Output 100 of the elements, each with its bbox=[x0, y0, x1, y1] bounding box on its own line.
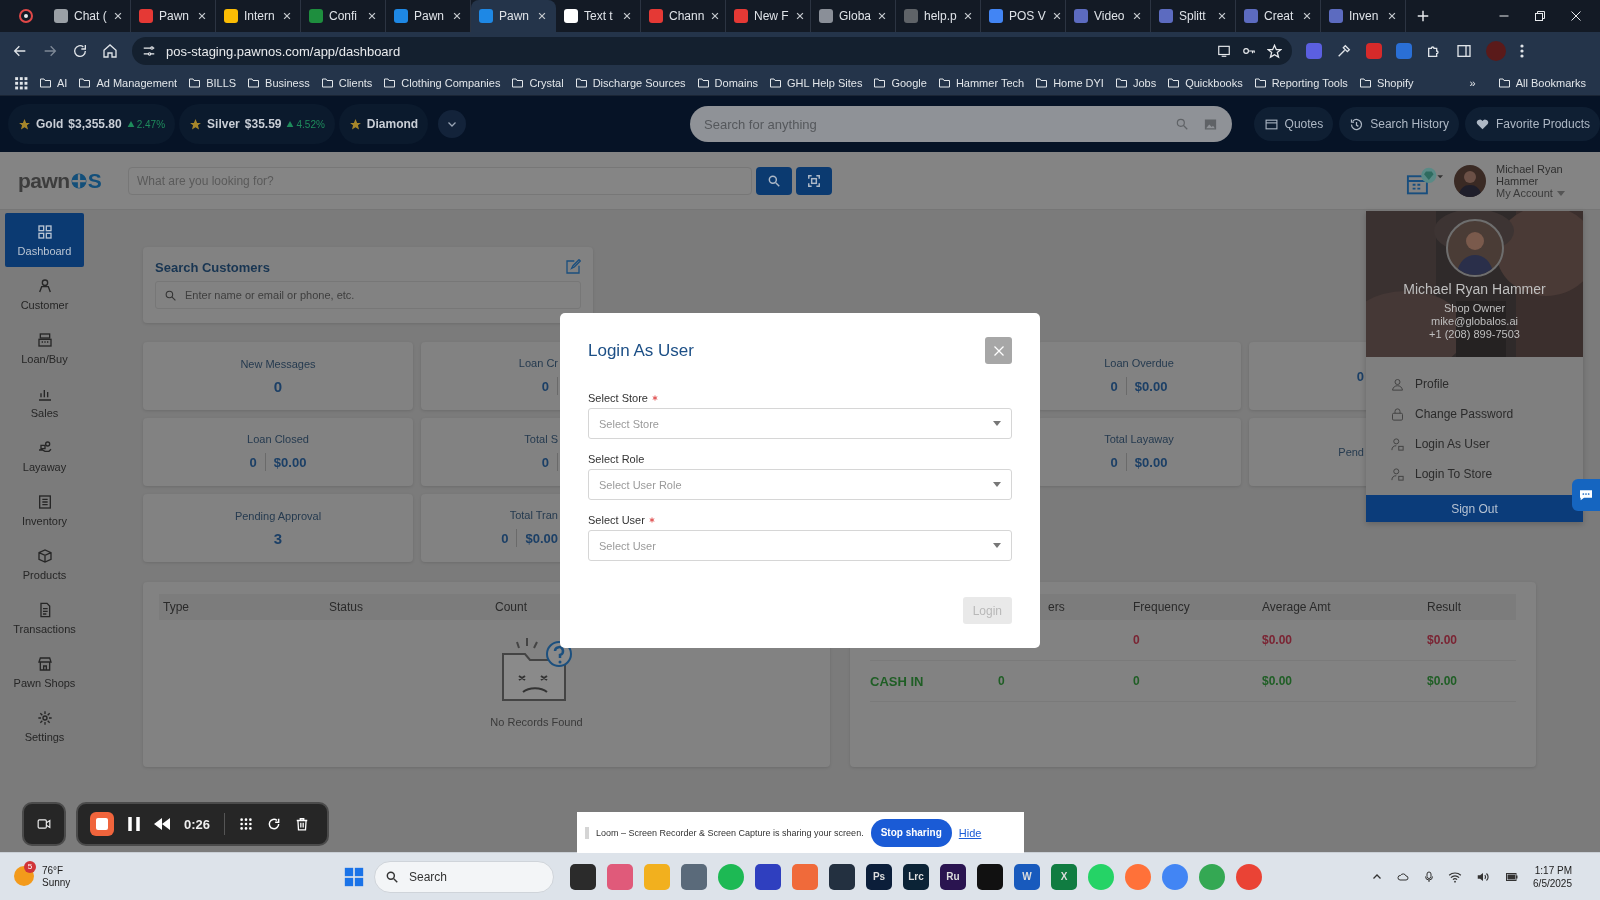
bookmark-link[interactable]: Reporting Tools bbox=[1271, 76, 1348, 89]
taskbar-app-icon[interactable]: Lrc bbox=[903, 863, 929, 890]
bookmark-link[interactable]: Clients bbox=[338, 76, 373, 89]
expand-button[interactable] bbox=[438, 110, 466, 138]
taskbar-app-icon[interactable]: Ru bbox=[940, 863, 966, 890]
close-icon[interactable] bbox=[112, 11, 123, 21]
scan-button[interactable] bbox=[796, 166, 832, 195]
sidebar-item[interactable]: Layaway bbox=[5, 429, 84, 483]
close-icon[interactable] bbox=[367, 11, 377, 21]
new-tab-icon[interactable] bbox=[1416, 9, 1430, 23]
bookmark-link[interactable]: GHL Help Sites bbox=[787, 76, 863, 89]
camera-button[interactable] bbox=[22, 802, 66, 846]
bookmark-link[interactable]: Home DYI bbox=[1053, 76, 1104, 89]
taskbar-app-icon[interactable] bbox=[570, 863, 596, 890]
bookmark-link[interactable]: Discharge Sources bbox=[592, 76, 686, 89]
chat-button[interactable] bbox=[1572, 479, 1600, 511]
restore-icon[interactable] bbox=[1534, 10, 1546, 22]
close-icon[interactable] bbox=[1051, 11, 1062, 21]
hide-link[interactable]: Hide bbox=[958, 826, 982, 839]
taskbar-search[interactable]: Search bbox=[374, 860, 554, 893]
site-info-icon[interactable] bbox=[142, 44, 156, 58]
sidebar-item[interactable]: Products bbox=[5, 537, 84, 591]
forward-icon[interactable] bbox=[42, 43, 58, 59]
star-icon[interactable] bbox=[1267, 43, 1282, 59]
eyedropper-icon[interactable] bbox=[1336, 43, 1352, 59]
header-button[interactable]: Search History bbox=[1339, 107, 1459, 141]
close-icon[interactable] bbox=[452, 11, 462, 21]
bookmark-link[interactable]: Business bbox=[265, 76, 310, 89]
close-icon[interactable] bbox=[877, 11, 888, 21]
close-icon[interactable] bbox=[1302, 11, 1312, 21]
bookmark-link[interactable]: Jobs bbox=[1132, 76, 1157, 89]
more-bookmarks-button[interactable]: » bbox=[1469, 76, 1476, 89]
close-icon[interactable] bbox=[1132, 11, 1142, 21]
close-icon[interactable] bbox=[1217, 11, 1227, 21]
bookmark-link[interactable]: Shopify bbox=[1376, 76, 1414, 89]
browser-tab[interactable]: Pawn bbox=[471, 0, 556, 32]
bookmark-link[interactable]: Crystal bbox=[529, 76, 564, 89]
bookmark-link[interactable]: Clothing Companies bbox=[401, 76, 501, 89]
home-icon[interactable] bbox=[102, 43, 118, 59]
metal-price-chip[interactable]: Silver $35.59 4.52% bbox=[179, 104, 335, 144]
side-panel-icon[interactable] bbox=[1456, 43, 1472, 59]
close-icon[interactable] bbox=[710, 11, 721, 21]
bookmark-link[interactable]: Google bbox=[891, 76, 927, 89]
puzzle-icon[interactable] bbox=[1426, 43, 1442, 59]
grid-icon[interactable] bbox=[239, 817, 254, 831]
wifi-icon[interactable] bbox=[1447, 869, 1464, 884]
close-icon[interactable] bbox=[537, 11, 547, 21]
bookmark-link[interactable]: Hammer Tech bbox=[955, 76, 1025, 89]
metal-price-chip[interactable]: Diamond bbox=[338, 104, 429, 144]
install-icon[interactable] bbox=[1217, 44, 1231, 58]
menu-item[interactable]: Profile bbox=[1366, 369, 1583, 399]
close-icon[interactable] bbox=[197, 11, 207, 21]
clock[interactable]: 1:17 PM 6/5/2025 bbox=[1533, 863, 1572, 890]
stop-recording-icon[interactable] bbox=[90, 812, 114, 836]
back-icon[interactable] bbox=[12, 43, 28, 59]
bookmark-link[interactable]: Ad Management bbox=[96, 76, 178, 89]
sidebar-item[interactable]: Settings bbox=[5, 699, 84, 753]
menu-icon[interactable] bbox=[1520, 43, 1524, 59]
sidebar-item[interactable]: Customer bbox=[5, 267, 84, 321]
bookmark-link[interactable]: AI bbox=[57, 76, 68, 89]
windows-start-icon[interactable] bbox=[344, 866, 364, 887]
close-icon[interactable] bbox=[282, 11, 292, 21]
pause-icon[interactable] bbox=[128, 816, 140, 832]
sidebar-item[interactable]: Pawn Shops bbox=[5, 645, 84, 699]
taskbar-app-icon[interactable]: Ps bbox=[866, 863, 892, 890]
sidebar-item[interactable]: Inventory bbox=[5, 483, 84, 537]
record-icon[interactable] bbox=[18, 8, 34, 24]
header-button[interactable]: Quotes bbox=[1253, 107, 1334, 141]
metal-price-chip[interactable]: Gold $3,355.80 2.47% bbox=[8, 104, 176, 144]
bookmark-link[interactable]: Domains bbox=[714, 76, 758, 89]
bookmark-link[interactable]: Quickbooks bbox=[1185, 76, 1243, 89]
header-button[interactable]: Favorite Products bbox=[1464, 107, 1600, 141]
sidebar-item[interactable]: Sales bbox=[5, 375, 84, 429]
bookmark-link[interactable]: BILLS bbox=[206, 76, 237, 89]
restart-icon[interactable] bbox=[267, 817, 282, 831]
sidebar-item[interactable]: Transactions bbox=[5, 591, 84, 645]
taskbar-app-icon[interactable]: W bbox=[1014, 863, 1040, 890]
close-icon[interactable] bbox=[794, 11, 805, 21]
bookmark-link[interactable]: All Bookmarks bbox=[1515, 76, 1586, 89]
reload-icon[interactable] bbox=[72, 43, 88, 59]
taskbar-app-icon[interactable] bbox=[829, 863, 855, 890]
apps-grid-icon[interactable] bbox=[14, 75, 28, 90]
cloud-icon[interactable] bbox=[1395, 870, 1412, 883]
menu-item[interactable]: Login To Store bbox=[1366, 459, 1583, 489]
taskbar-app-icon[interactable]: X bbox=[1051, 863, 1077, 890]
close-icon[interactable] bbox=[1387, 11, 1397, 21]
sign-out-button[interactable]: Sign Out bbox=[1366, 495, 1583, 522]
trash-icon[interactable] bbox=[295, 816, 310, 832]
menu-item[interactable]: Change Password bbox=[1366, 399, 1583, 429]
menu-item[interactable]: Login As User bbox=[1366, 429, 1583, 459]
user-avatar[interactable] bbox=[1454, 164, 1486, 197]
sidebar-item[interactable]: Loan/Buy bbox=[5, 321, 84, 375]
taskbar-app-icon[interactable] bbox=[755, 863, 781, 890]
stop-sharing-button[interactable]: Stop sharing bbox=[870, 818, 952, 847]
microphone-icon[interactable] bbox=[1423, 868, 1436, 885]
address-bar[interactable]: pos-staging.pawnos.com/app/dashboard bbox=[132, 37, 1292, 65]
taskbar-app-icon[interactable] bbox=[977, 863, 1003, 890]
close-icon[interactable] bbox=[622, 11, 632, 21]
close-icon[interactable] bbox=[962, 11, 973, 21]
search-button[interactable] bbox=[756, 166, 792, 195]
